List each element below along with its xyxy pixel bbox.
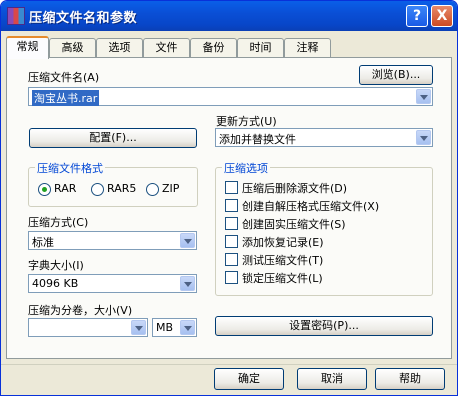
recovery-label: 添加恢复记录(E) xyxy=(242,236,324,249)
chevron-down-icon[interactable] xyxy=(180,320,195,335)
options-group-label: 压缩选项 xyxy=(222,160,270,176)
update-mode-value: 添加并替换文件 xyxy=(219,133,296,146)
format-zip-radio[interactable] xyxy=(146,183,159,196)
archive-name-label: 压缩文件名(A) xyxy=(28,71,100,84)
title-bar[interactable]: 压缩文件名和参数 ? X xyxy=(1,1,457,31)
delete-after-checkbox[interactable] xyxy=(225,181,238,194)
window-title: 压缩文件名和参数 xyxy=(29,11,138,26)
split-label: 压缩为分卷，大小(V) xyxy=(28,304,133,317)
format-rar5-label: RAR5 xyxy=(107,182,137,195)
split-unit-value: MB xyxy=(156,321,174,334)
split-size-input[interactable] xyxy=(28,318,148,337)
tab-advanced[interactable]: 高级 xyxy=(49,38,96,58)
sfx-checkbox[interactable] xyxy=(225,199,238,212)
general-panel: 压缩文件名(A) 浏览(B)... 淘宝丛书.rar 配置(F)... 更新方式… xyxy=(6,57,452,359)
cancel-button[interactable]: 取消 xyxy=(297,368,367,390)
options-group: 压缩选项 压缩后删除源文件(D) 创建自解压格式压缩文件(X) 创建固实压缩文件… xyxy=(215,160,433,296)
dict-label: 字典大小(I) xyxy=(28,259,84,272)
lock-label: 锁定压缩文件(L) xyxy=(242,272,323,285)
delete-after-label: 压缩后删除源文件(D) xyxy=(242,182,348,195)
chevron-down-icon[interactable] xyxy=(180,276,195,291)
tab-comment[interactable]: 注释 xyxy=(284,38,331,58)
split-unit-select[interactable]: MB xyxy=(152,318,197,337)
test-checkbox[interactable] xyxy=(225,253,238,266)
method-label: 压缩方式(C) xyxy=(28,216,89,229)
help-title-button[interactable]: ? xyxy=(406,5,428,27)
format-rar-radio[interactable] xyxy=(38,183,51,196)
method-select[interactable]: 标准 xyxy=(28,231,197,250)
sfx-label: 创建自解压格式压缩文件(X) xyxy=(242,200,380,213)
test-label: 测试压缩文件(T) xyxy=(242,254,324,267)
format-group: 压缩文件格式 RAR RAR5 ZIP xyxy=(28,160,198,207)
footer-divider xyxy=(1,364,457,365)
format-rar5-radio[interactable] xyxy=(91,183,104,196)
set-password-button[interactable]: 设置密码(P)... xyxy=(215,316,433,336)
recovery-checkbox[interactable] xyxy=(225,235,238,248)
tab-backup[interactable]: 备份 xyxy=(190,38,237,58)
update-mode-select[interactable]: 添加并替换文件 xyxy=(215,128,433,147)
chevron-down-icon[interactable] xyxy=(131,320,146,335)
format-rar-label: RAR xyxy=(54,182,77,195)
help-button[interactable]: 帮助 xyxy=(375,368,445,390)
dict-value: 4096 KB xyxy=(32,277,79,290)
tab-general[interactable]: 常规 xyxy=(6,36,49,59)
dict-select[interactable]: 4096 KB xyxy=(28,274,197,293)
method-value: 标准 xyxy=(32,236,54,249)
profiles-button[interactable]: 配置(F)... xyxy=(29,128,197,148)
solid-checkbox[interactable] xyxy=(225,217,238,230)
format-group-label: 压缩文件格式 xyxy=(35,160,105,176)
ok-button[interactable]: 确定 xyxy=(214,368,284,390)
tab-files[interactable]: 文件 xyxy=(143,38,190,58)
update-mode-label: 更新方式(U) xyxy=(216,115,277,128)
tab-options[interactable]: 选项 xyxy=(96,38,143,58)
dialog-window: 压缩文件名和参数 ? X 常规 高级 选项 文件 备份 时间 注释 压缩文件名(… xyxy=(0,0,458,396)
chevron-down-icon[interactable] xyxy=(180,233,195,248)
archive-name-value: 淘宝丛书.rar xyxy=(32,90,100,106)
chevron-down-icon[interactable] xyxy=(416,130,431,145)
close-button[interactable]: X xyxy=(431,5,453,27)
chevron-down-icon[interactable] xyxy=(416,89,431,104)
lock-checkbox[interactable] xyxy=(225,271,238,284)
archive-name-field[interactable]: 淘宝丛书.rar xyxy=(28,87,433,106)
tab-time[interactable]: 时间 xyxy=(237,38,284,58)
winrar-icon xyxy=(7,7,25,25)
browse-button[interactable]: 浏览(B)... xyxy=(359,65,433,85)
format-zip-label: ZIP xyxy=(162,182,180,195)
solid-label: 创建固实压缩文件(S) xyxy=(242,218,346,231)
